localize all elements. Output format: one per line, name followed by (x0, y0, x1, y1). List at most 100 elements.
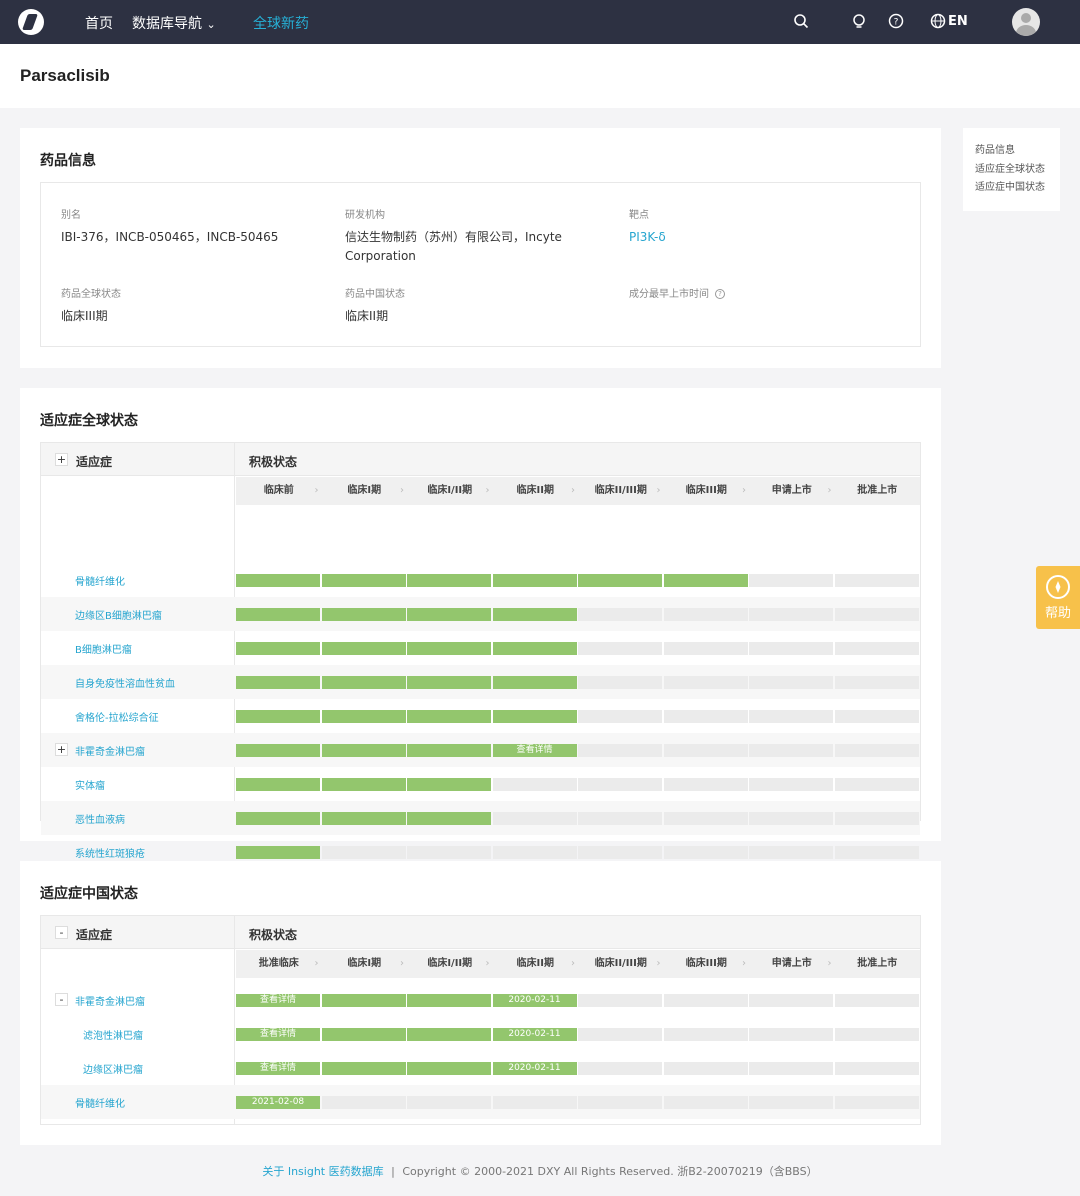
progress-bar-filled (407, 608, 491, 621)
progress-bar-empty (492, 812, 577, 825)
anchor-china-status[interactable]: 适应症中国状态 (975, 179, 1060, 198)
stage-label: 临床II期 (516, 485, 554, 496)
progress-bar-empty (492, 846, 577, 859)
progress-bar-empty (834, 778, 919, 791)
progress-bar-empty (749, 1096, 833, 1109)
org-value-line1: 信达生物制药（苏州）有限公司，Incyte (345, 230, 562, 244)
chevron-right-icon: › (742, 958, 746, 969)
search-icon[interactable] (792, 13, 810, 31)
view-details-link[interactable]: 查看详情 (236, 994, 320, 1007)
progress-bar-empty (834, 744, 919, 757)
progress-bar-empty (578, 994, 662, 1007)
indication-link[interactable]: 恶性血液病 (75, 811, 125, 826)
indication-link[interactable]: 骨髓纤维化 (75, 1095, 125, 1110)
progress-bar-empty (749, 812, 833, 825)
footer-about-link[interactable]: 关于 Insight 医药数据库 (262, 1165, 383, 1178)
progress-bar-filled (321, 676, 406, 689)
progress-bar-empty (578, 676, 662, 689)
stage-label: 批准上市 (857, 958, 898, 969)
progress-bar-empty (321, 846, 406, 859)
progress-bar-empty (834, 710, 919, 723)
stage-date: 2020-02-11 (508, 995, 561, 1005)
progress-bar-empty (492, 778, 577, 791)
expand-all-icon[interactable]: + (55, 453, 68, 466)
progress-bar-empty (578, 846, 662, 859)
progress-bar-filled (663, 574, 748, 587)
help-circle-icon[interactable]: ? (887, 13, 905, 31)
stage-date: 2020-02-11 (508, 1063, 561, 1073)
org-value: 信达生物制药（苏州）有限公司，Incyte Corporation (345, 228, 562, 266)
chevron-right-icon: › (314, 958, 319, 969)
progress-bar-filled (236, 778, 320, 791)
nav-home[interactable]: 首页 (85, 13, 113, 33)
progress-bar-empty (834, 676, 919, 689)
globe-icon[interactable] (929, 13, 947, 31)
alias-label: 别名 (61, 210, 81, 221)
logo-icon[interactable] (18, 9, 44, 35)
help-float-button[interactable]: 帮助 (1036, 566, 1080, 629)
indication-link[interactable]: 实体瘤 (75, 777, 105, 792)
avatar[interactable] (1012, 8, 1040, 36)
progress-bar-empty (663, 994, 748, 1007)
progress-bar-filled (321, 710, 406, 723)
view-details-link[interactable]: 查看详情 (493, 744, 577, 757)
progress-bar-empty (749, 608, 833, 621)
language-switch[interactable]: EN (948, 14, 968, 29)
nav-database[interactable]: 数据库导航 ⌄ (132, 13, 216, 33)
progress-bar-filled (321, 608, 406, 621)
target-label: 靶点 (629, 210, 649, 221)
progress-bar-filled (492, 676, 577, 689)
progress-bar-empty (407, 1096, 491, 1109)
indication-link[interactable]: 边缘区B细胞淋巴瘤 (75, 607, 162, 622)
drug-info-card: 药品信息 别名 IBI-376，INCB-050465，INCB-50465 研… (20, 128, 941, 368)
indication-link[interactable]: 非霍奇金淋巴瘤 (75, 993, 145, 1008)
footer-separator: | (391, 1165, 395, 1178)
chevron-right-icon: › (827, 958, 832, 969)
global-status-card: 适应症全球状态 + 适应症 积极状态 临床前 › 临床I期 › 临床I/II期 › 临床II… (20, 388, 941, 860)
svg-text:?: ? (894, 18, 899, 28)
progress-bar-empty (749, 744, 833, 757)
indication-link[interactable]: 边缘区淋巴瘤 (83, 1061, 143, 1076)
global-status-label: 药品全球状态 (61, 289, 121, 300)
progress-bar-filled (321, 744, 406, 757)
chevron-right-icon: › (485, 958, 490, 969)
indication-link[interactable]: 骨髓纤维化 (75, 573, 125, 588)
progress-bar-filled (492, 608, 577, 621)
progress-bar-filled (407, 994, 491, 1007)
target-link[interactable]: PI3K-δ (629, 228, 666, 247)
progress-bar-empty (834, 1096, 919, 1109)
view-details-link[interactable]: 查看详情 (236, 1028, 320, 1041)
help-label: 帮助 (1044, 606, 1071, 621)
view-details-link[interactable]: 查看详情 (236, 1062, 320, 1075)
question-icon[interactable]: ? (715, 289, 725, 299)
progress-bar-filled (407, 1062, 491, 1075)
alias-value: IBI-376，INCB-050465，INCB-50465 (61, 230, 279, 244)
chevron-right-icon: › (656, 958, 661, 969)
anchor-drug-info[interactable]: 药品信息 (975, 142, 1060, 161)
indication-link[interactable]: 滤泡性淋巴瘤 (83, 1027, 143, 1042)
indication-link[interactable]: 舍格伦-拉松综合征 (75, 709, 159, 724)
global-status-value: 临床III期 (61, 309, 108, 323)
indication-link[interactable]: B细胞淋巴瘤 (75, 641, 132, 656)
stage-header-row: 临床前 › 临床I期 › 临床I/II期 › 临床II期 › 临床II/III期 › 临床III期 ›… (236, 477, 920, 505)
indication-link[interactable]: 非霍奇金淋巴瘤 (75, 743, 145, 758)
nav-global-new-drugs[interactable]: 全球新药 (253, 13, 309, 33)
progress-bar-empty (749, 642, 833, 655)
page-title: Parsaclisib (20, 66, 110, 85)
expand-row-icon[interactable]: + (55, 743, 68, 756)
nav-database-label: 数据库导航 (132, 16, 202, 32)
chevron-right-icon: › (827, 485, 832, 496)
indication-link[interactable]: 系统性红斑狼疮 (75, 845, 145, 860)
chevron-right-icon: › (400, 958, 404, 969)
indication-link[interactable]: 自身免疫性溶血性贫血 (75, 675, 175, 690)
collapse-all-icon[interactable]: - (55, 926, 68, 939)
progress-bar-empty (578, 710, 662, 723)
progress-bar-filled (407, 710, 491, 723)
anchor-global-status[interactable]: 适应症全球状态 (975, 161, 1060, 180)
bulb-icon[interactable] (850, 13, 868, 31)
progress-bar-filled (407, 812, 491, 825)
stage-label: 批准临床 (258, 958, 299, 969)
progress-bar-empty (578, 812, 662, 825)
collapse-row-icon[interactable]: - (55, 993, 68, 1006)
progress-bar-filled (321, 1062, 406, 1075)
